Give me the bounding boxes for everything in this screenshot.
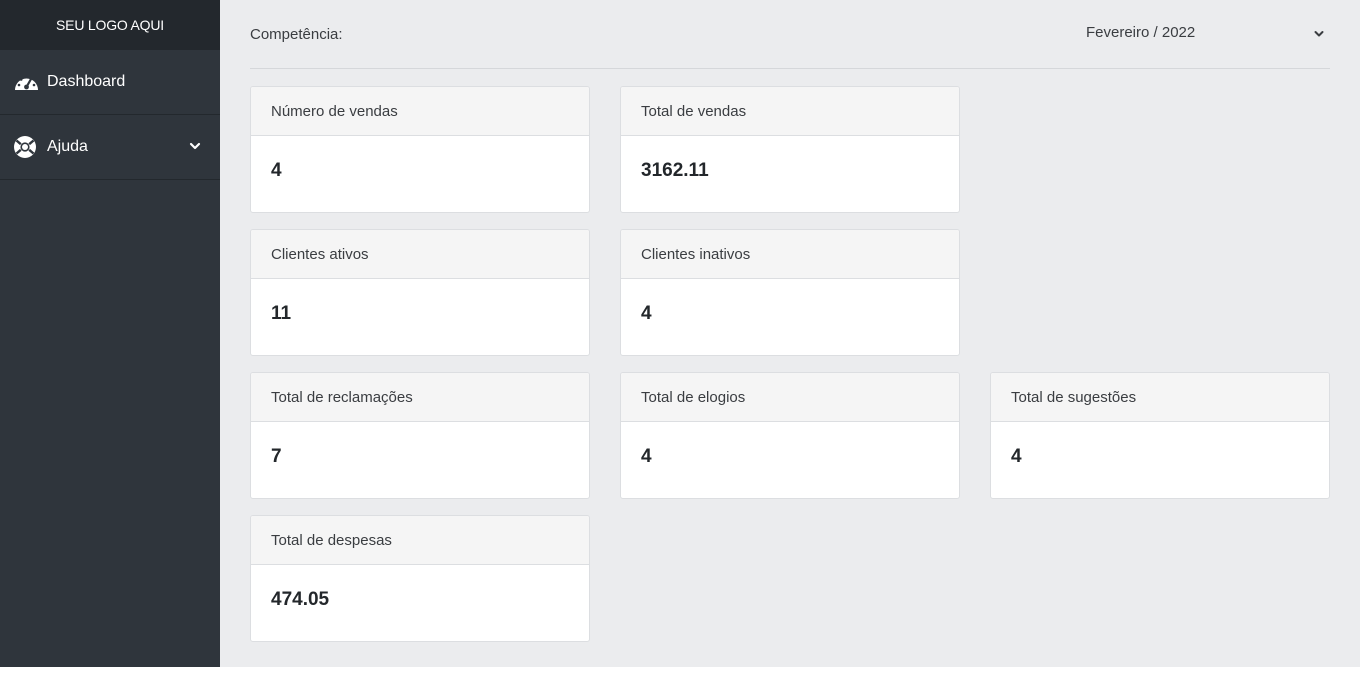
- card-numero-vendas: Número de vendas 4: [250, 86, 590, 213]
- card-value: 11: [271, 303, 292, 324]
- card-value: 4: [271, 160, 282, 181]
- dashboard-gauge-icon: [13, 70, 40, 94]
- bottom-strip: [0, 667, 1360, 673]
- card-value: 474.05: [271, 589, 330, 610]
- sidebar-item-label: Dashboard: [47, 73, 126, 90]
- competencia-selected-value: Fevereiro / 2022: [1086, 24, 1196, 41]
- card-title: Total de despesas: [251, 516, 589, 565]
- chevron-down-icon[interactable]: [188, 139, 202, 153]
- main-content: Competência: Fevereiro / 2022 Número de …: [250, 0, 1330, 642]
- card-value: 3162.11: [641, 160, 709, 181]
- card-total-despesas: Total de despesas 474.05: [250, 515, 590, 642]
- competencia-bar: Competência: Fevereiro / 2022: [250, 0, 1330, 69]
- card-value: 7: [271, 446, 282, 467]
- card-clientes-inativos: Clientes inativos 4: [620, 229, 960, 356]
- logo[interactable]: SEU LOGO AQUI: [0, 0, 220, 50]
- competencia-label: Competência:: [250, 25, 343, 43]
- sidebar-item-ajuda[interactable]: Ajuda: [0, 115, 220, 180]
- competencia-select[interactable]: Fevereiro / 2022: [1086, 24, 1330, 46]
- card-value: 4: [641, 303, 652, 324]
- sidebar-item-label: Ajuda: [47, 138, 88, 155]
- card-title: Total de elogios: [621, 373, 959, 422]
- card-value: 4: [1011, 446, 1022, 467]
- card-title: Clientes ativos: [251, 230, 589, 279]
- sidebar-item-dashboard[interactable]: Dashboard: [0, 50, 220, 115]
- card-value: 4: [641, 446, 652, 467]
- card-total-elogios: Total de elogios 4: [620, 372, 960, 499]
- chevron-down-icon: [1313, 27, 1325, 39]
- card-total-reclamacoes: Total de reclamações 7: [250, 372, 590, 499]
- card-title: Clientes inativos: [621, 230, 959, 279]
- sidebar: SEU LOGO AQUI Dashboard Ajuda: [0, 0, 220, 667]
- card-title: Total de sugestões: [991, 373, 1329, 422]
- card-total-sugestoes: Total de sugestões 4: [990, 372, 1330, 499]
- card-clientes-ativos: Clientes ativos 11: [250, 229, 590, 356]
- card-title: Número de vendas: [251, 87, 589, 136]
- card-title: Total de vendas: [621, 87, 959, 136]
- card-total-vendas: Total de vendas 3162.11: [620, 86, 960, 213]
- card-title: Total de reclamações: [251, 373, 589, 422]
- lifebuoy-icon: [13, 135, 40, 159]
